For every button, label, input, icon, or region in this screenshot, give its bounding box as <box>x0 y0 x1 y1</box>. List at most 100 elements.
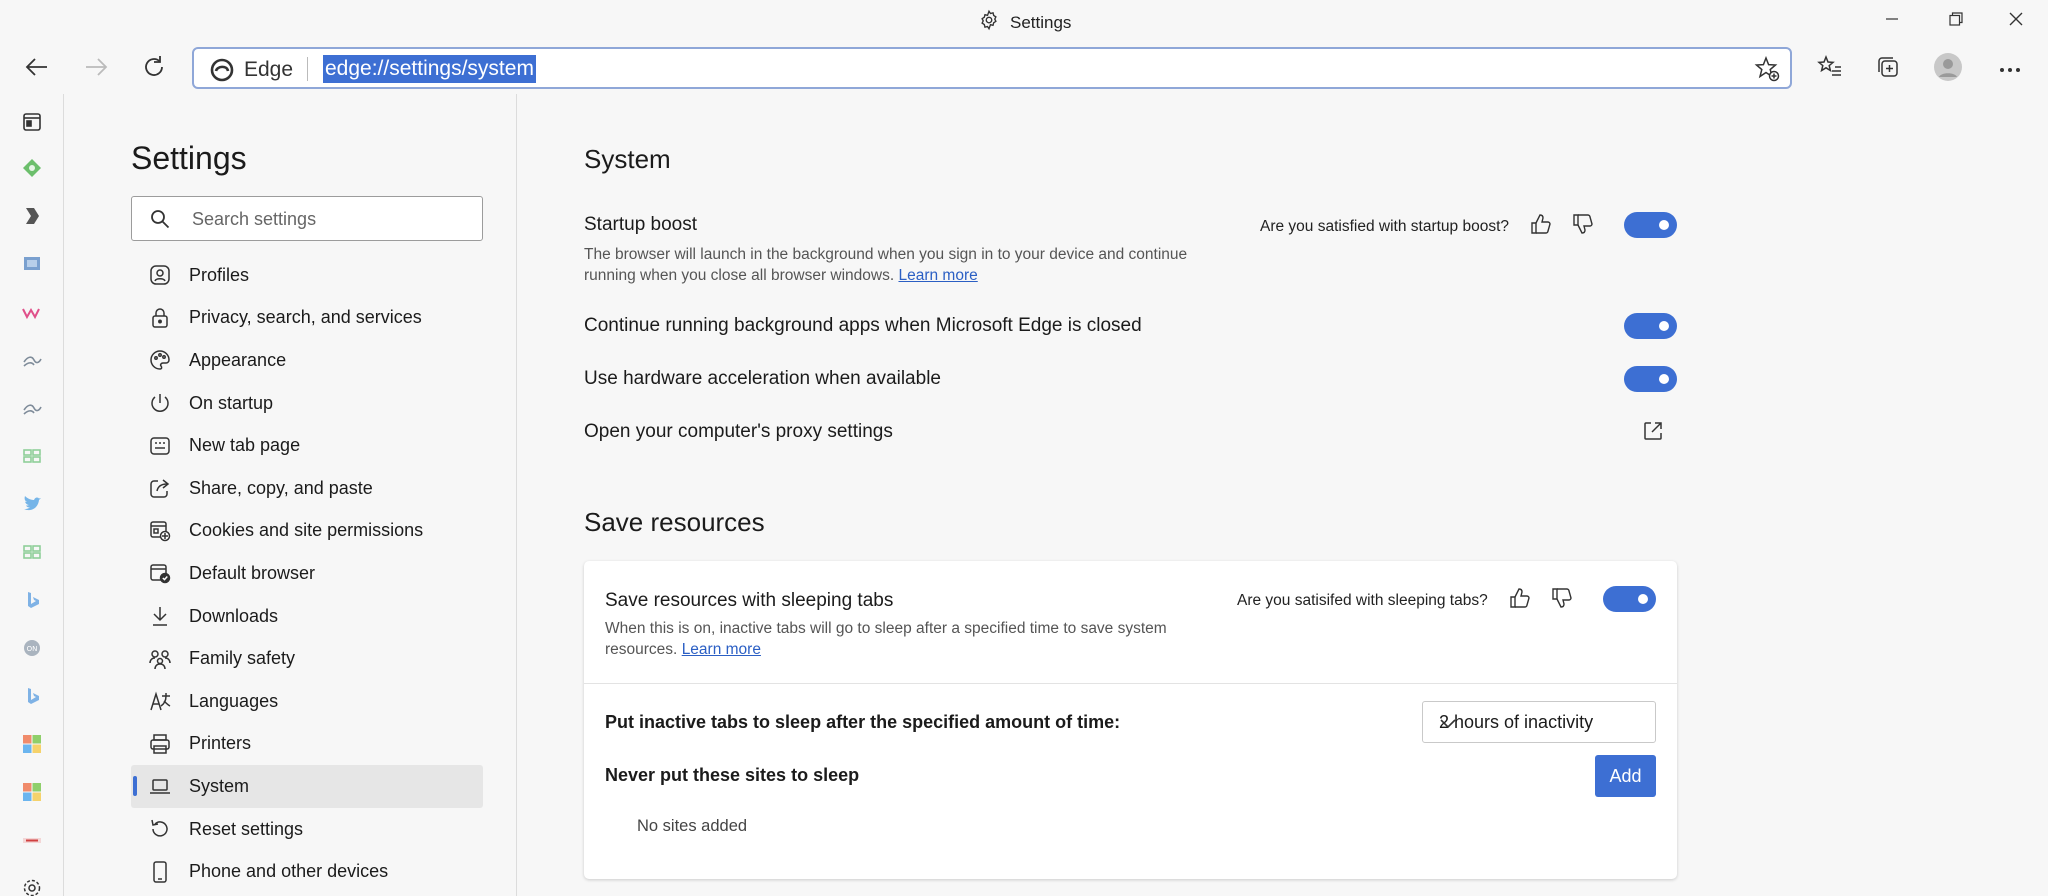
address-bar[interactable]: Edge edge://settings/system <box>192 47 1792 89</box>
feedback-question: Are you satisifed with sleeping tabs? <box>1237 591 1488 609</box>
rail-item-twitter[interactable] <box>20 494 44 518</box>
thumbs-up-icon[interactable] <box>1508 586 1532 615</box>
url-text[interactable]: edge://settings/system <box>323 55 536 83</box>
site-identity-label: Edge <box>244 58 294 81</box>
sleep-timer-dropdown[interactable]: 2 hours of inactivity <box>1422 701 1656 743</box>
address-separator <box>307 57 308 81</box>
sidebar-item-default-browser[interactable]: Default browser <box>131 552 483 595</box>
search-input[interactable] <box>192 205 462 233</box>
sidebar-item-appearance[interactable]: Appearance <box>131 339 483 382</box>
profile-button[interactable] <box>1926 47 1970 91</box>
rail-item-extension-4[interactable] <box>20 302 44 326</box>
grid-app-icon <box>22 542 42 567</box>
new-tab-icon <box>148 434 172 458</box>
rail-item-settings[interactable] <box>20 878 44 896</box>
hardware-acceleration-toggle[interactable] <box>1624 366 1677 392</box>
rail-item-extension-1[interactable] <box>20 158 44 182</box>
favorites-list-icon <box>1817 54 1843 85</box>
sidebar-item-cookies[interactable]: Cookies and site permissions <box>131 510 483 553</box>
sleeping-tabs-toggle[interactable] <box>1603 586 1656 612</box>
wave-logo-icon <box>22 302 42 327</box>
settings-nav: Settings Profiles Privacy, search, and s… <box>64 94 517 896</box>
window-title: Settings <box>978 9 1071 36</box>
rail-item-extension-2[interactable] <box>20 206 44 230</box>
rail-item-office-1[interactable] <box>20 734 44 758</box>
sidebar-item-reset-settings[interactable]: Reset settings <box>131 808 483 851</box>
proxy-settings-title[interactable]: Open your computer's proxy settings <box>584 421 893 443</box>
thumbs-down-icon[interactable] <box>1571 212 1595 241</box>
rail-item-extension-10[interactable] <box>20 830 44 854</box>
cookies-icon <box>148 519 172 543</box>
thumbs-up-icon[interactable] <box>1529 212 1553 241</box>
sidebar-item-label: Languages <box>189 690 279 711</box>
ellipsis-icon <box>1999 60 2021 78</box>
sleeping-tabs-feedback: Are you satisifed with sleeping tabs? <box>1237 586 1574 615</box>
restore-button[interactable] <box>1934 4 1978 38</box>
sidebar-item-label: Default browser <box>189 562 316 583</box>
startup-boost-description-text: The browser will launch in the backgroun… <box>584 246 1188 284</box>
search-settings[interactable] <box>131 196 483 241</box>
refresh-button[interactable] <box>132 47 176 91</box>
languages-icon <box>148 689 172 713</box>
rail-item-tab-actions[interactable] <box>20 112 44 136</box>
reset-icon <box>148 817 172 841</box>
circle-logo-icon: ON <box>22 638 42 663</box>
star-plus-icon[interactable] <box>1754 55 1780 87</box>
close-button[interactable] <box>1994 4 2038 38</box>
back-button[interactable] <box>15 47 59 91</box>
collections-button[interactable] <box>1866 47 1910 91</box>
rail-item-extension-3[interactable] <box>20 254 44 278</box>
rail-item-bing-2[interactable] <box>20 686 44 710</box>
sidebar-item-on-startup[interactable]: On startup <box>131 382 483 425</box>
rail-item-extension-9[interactable]: ON <box>20 638 44 662</box>
sidebar-item-label: Printers <box>189 733 252 754</box>
add-site-button[interactable]: Add <box>1595 755 1656 797</box>
close-icon <box>2009 12 2023 31</box>
minimize-button[interactable] <box>1870 4 1914 38</box>
forward-button[interactable] <box>74 47 118 91</box>
profile-icon <box>148 263 172 287</box>
rail-item-bing-1[interactable] <box>20 590 44 614</box>
rail-item-office-2[interactable] <box>20 782 44 806</box>
startup-boost-feedback: Are you satisfied with startup boost? <box>1260 212 1595 241</box>
sidebar-item-phone-devices[interactable]: Phone and other devices <box>131 850 483 893</box>
card-divider <box>584 683 1677 684</box>
startup-boost-toggle[interactable] <box>1624 212 1677 238</box>
collections-icon <box>1875 54 1901 85</box>
sidebar-item-profiles[interactable]: Profiles <box>131 254 483 297</box>
rail-item-extension-6[interactable] <box>20 398 44 422</box>
sidebar-item-downloads[interactable]: Downloads <box>131 595 483 638</box>
gear-icon <box>22 878 42 896</box>
background-apps-toggle[interactable] <box>1624 313 1677 339</box>
section-heading-save-resources: Save resources <box>584 507 765 537</box>
sidebar-item-label: Appearance <box>189 349 287 370</box>
rail-item-extension-7[interactable] <box>20 446 44 470</box>
more-button[interactable] <box>1988 47 2032 91</box>
external-link-icon[interactable] <box>1642 420 1664 447</box>
favorites-button[interactable] <box>1808 47 1852 91</box>
sleeping-tabs-title: Save resources with sleeping tabs <box>605 590 894 611</box>
rail-item-extension-5[interactable] <box>20 350 44 374</box>
sidebar-item-share[interactable]: Share, copy, and paste <box>131 467 483 510</box>
microsoft-logo-icon <box>22 782 42 807</box>
rail-item-extension-8[interactable] <box>20 542 44 566</box>
sidebar-item-privacy[interactable]: Privacy, search, and services <box>131 297 483 340</box>
sidebar-item-system[interactable]: System <box>131 765 483 808</box>
feedback-question: Are you satisfied with startup boost? <box>1260 217 1509 235</box>
sleep-timer-label: Put inactive tabs to sleep after the spe… <box>605 712 1121 732</box>
sidebar-item-printers[interactable]: Printers <box>131 723 483 766</box>
thumbs-down-icon[interactable] <box>1550 586 1574 615</box>
sidebar-item-family-safety[interactable]: Family safety <box>131 637 483 680</box>
sidebar-item-languages[interactable]: Languages <box>131 680 483 723</box>
never-sleep-label: Never put these sites to sleep <box>605 765 860 785</box>
sleeping-tabs-learn-more-link[interactable]: Learn more <box>682 641 761 658</box>
minimize-icon <box>1885 12 1899 31</box>
window-title-text: Settings <box>1010 12 1072 32</box>
laptop-icon <box>148 774 172 798</box>
sidebar-item-label: Share, copy, and paste <box>189 477 373 498</box>
chevron-logo-icon <box>22 206 42 231</box>
restore-icon <box>1949 11 1963 31</box>
startup-boost-learn-more-link[interactable]: Learn more <box>898 267 977 284</box>
sidebar-item-new-tab-page[interactable]: New tab page <box>131 424 483 467</box>
sidebar-item-label: On startup <box>189 392 274 413</box>
